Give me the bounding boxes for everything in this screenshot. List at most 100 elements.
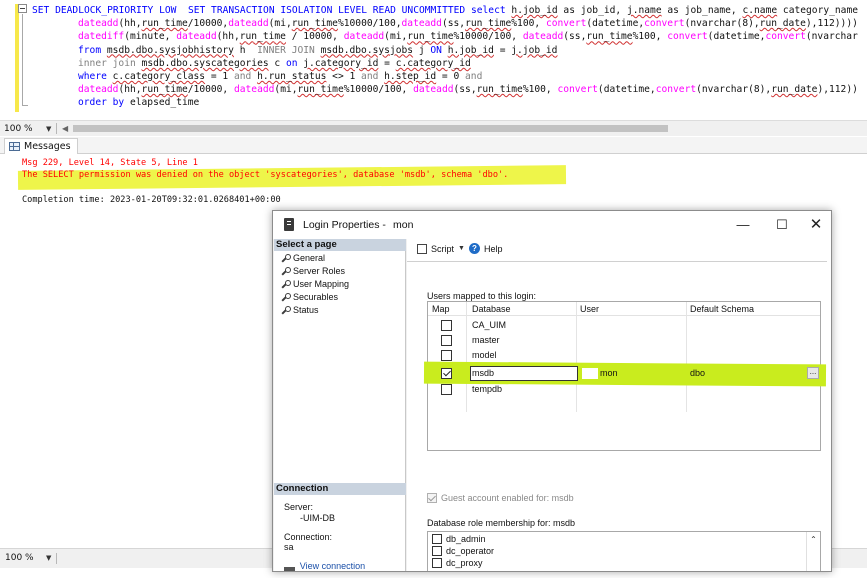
code-token: c.category_id (395, 57, 471, 69)
table-row[interactable]: CA_UIM (428, 318, 820, 333)
map-checkbox[interactable] (441, 368, 452, 379)
help-icon[interactable]: ? (468, 243, 480, 254)
scrollbar-thumb[interactable] (73, 125, 668, 132)
script-button[interactable]: Script (431, 244, 454, 254)
role-checkbox[interactable] (432, 546, 442, 556)
role-name: db_admin (446, 534, 486, 544)
table-row[interactable]: tempdb (428, 382, 820, 397)
wrench-icon (280, 305, 291, 315)
code-token: h.run_status (257, 70, 327, 82)
code-line[interactable]: where c.category_class = 1 and h.run_sta… (32, 70, 867, 83)
code-line[interactable]: SET DEADLOCK_PRIORITY LOW SET TRANSACTIO… (32, 4, 867, 17)
code-token: dateadd (233, 84, 275, 96)
code-line[interactable]: inner join msdb.dbo.syscategories c on j… (32, 57, 867, 70)
table-row[interactable]: model (428, 348, 820, 363)
code-line[interactable]: dateadd(hh,run_time/10000, dateadd(mi,ru… (32, 83, 867, 96)
guest-account-label: Guest account enabled for: msdb (441, 493, 574, 503)
list-item[interactable]: dc_operator (432, 546, 494, 556)
column-header-database[interactable]: Database (472, 304, 511, 314)
role-checkbox[interactable] (432, 558, 442, 568)
user-cell[interactable]: mon (600, 368, 618, 378)
tab-messages[interactable]: Messages (4, 138, 78, 154)
code-line[interactable]: dateadd(hh,run_time/10000,dateadd(mi,run… (32, 17, 867, 30)
code-token: (hh, (118, 18, 142, 30)
code-token: c (268, 57, 286, 69)
change-indicator-bar (15, 4, 19, 112)
code-token: (mi, (384, 31, 408, 43)
close-button[interactable]: ✕ (801, 215, 831, 235)
query-text[interactable]: SET DEADLOCK_PRIORITY LOW SET TRANSACTIO… (32, 4, 867, 110)
sql-editor[interactable]: SET DEADLOCK_PRIORITY LOW SET TRANSACTIO… (0, 0, 867, 118)
role-membership-label: Database role membership for: msdb (427, 518, 576, 528)
code-line[interactable]: datediff(minute, dateadd(hh,run_time / 1… (32, 30, 867, 43)
outline-line (22, 14, 23, 106)
code-token: run_time (407, 31, 454, 43)
column-header-user[interactable]: User (580, 304, 599, 314)
code-token: j.job_id (511, 44, 558, 56)
completion-time: Completion time: 2023-01-20T09:32:01.026… (22, 195, 281, 205)
code-line[interactable]: from msdb.dbo.sysjobhistory h INNER JOIN… (32, 44, 867, 57)
code-token: = 0 (436, 70, 466, 82)
help-button[interactable]: Help (484, 244, 503, 254)
code-token: datediff (78, 31, 125, 43)
column-header-default-schema[interactable]: Default Schema (690, 304, 754, 314)
editor-zoom-level[interactable]: 100 % (4, 123, 33, 135)
connection-label: Connection: (284, 532, 333, 542)
code-token: dateadd (343, 31, 385, 43)
role-checkbox[interactable] (432, 534, 442, 544)
script-icon[interactable] (417, 243, 427, 254)
minimize-button[interactable]: — (728, 215, 758, 235)
outline-end (22, 105, 28, 106)
list-item[interactable]: db_admin (432, 534, 486, 544)
code-line[interactable]: order by elapsed_time (32, 96, 867, 109)
editor-horizontal-scrollbar[interactable]: 100 % ▼ ◀ (0, 120, 867, 136)
page-selector-pane: Select a page General Server Roles User … (274, 239, 406, 571)
map-checkbox[interactable] (441, 335, 452, 346)
connection-header: Connection (274, 483, 406, 495)
browse-schema-button[interactable]: ... (807, 367, 819, 379)
maximize-button[interactable]: ☐ (767, 215, 797, 235)
page-item-status[interactable]: Status (280, 305, 319, 315)
scroll-up-icon[interactable]: ⌃ (806, 532, 820, 571)
code-token: where (78, 70, 113, 82)
list-item[interactable]: dc_proxy (432, 558, 483, 568)
chevron-down-icon[interactable]: ▼ (46, 123, 51, 135)
code-token: order by (78, 97, 130, 109)
divider (56, 123, 57, 134)
table-row[interactable]: master (428, 333, 820, 348)
map-checkbox[interactable] (441, 350, 452, 361)
page-item-server-roles[interactable]: Server Roles (280, 266, 345, 276)
scroll-left-icon[interactable]: ◀ (62, 123, 68, 135)
code-token: (nvarchar(8),ru (805, 31, 867, 43)
code-token: /10000, (187, 18, 229, 30)
chevron-down-icon[interactable]: ▼ (458, 245, 465, 252)
role-membership-list[interactable]: db_admin dc_operator dc_proxy ⌃ (427, 531, 821, 571)
editor-right-edge (859, 0, 867, 118)
login-properties-dialog[interactable]: Login Properties - mon — ☐ ✕ Select a pa… (272, 210, 832, 572)
column-header-map[interactable]: Map (432, 304, 450, 314)
results-zoom-level[interactable]: 100 % (5, 553, 34, 563)
page-item-user-mapping[interactable]: User Mapping (280, 279, 349, 289)
view-connection-properties-label: View connection properties (299, 561, 366, 571)
select-page-header: Select a page (274, 239, 406, 251)
map-checkbox[interactable] (441, 384, 452, 395)
code-token: dateadd (78, 18, 119, 30)
code-token: ),112)))) as (805, 18, 867, 30)
page-item-securables[interactable]: Securables (280, 292, 338, 302)
users-mapped-grid[interactable]: Map Database User Default Schema CA_UIM … (423, 301, 827, 451)
code-token: run_date (771, 84, 818, 96)
code-token: as job_name, (661, 5, 743, 16)
map-checkbox[interactable] (441, 320, 452, 331)
table-row[interactable]: msdb mon dbo ... (428, 366, 820, 381)
code-token: (nvarchar(8), (696, 84, 772, 96)
role-name: dc_operator (446, 546, 495, 556)
code-token: = 1 (205, 70, 234, 82)
default-schema-cell[interactable]: dbo (690, 368, 705, 378)
page-item-general[interactable]: General (280, 253, 325, 263)
chevron-down-icon[interactable]: ▼ (46, 554, 51, 562)
collapse-toggle-icon[interactable] (18, 4, 27, 13)
tab-messages-label: Messages (24, 141, 71, 152)
code-token: = (493, 44, 512, 56)
dialog-titlebar[interactable]: Login Properties - mon — ☐ ✕ (273, 211, 831, 239)
view-connection-properties-link[interactable]: View connection properties (284, 561, 405, 571)
